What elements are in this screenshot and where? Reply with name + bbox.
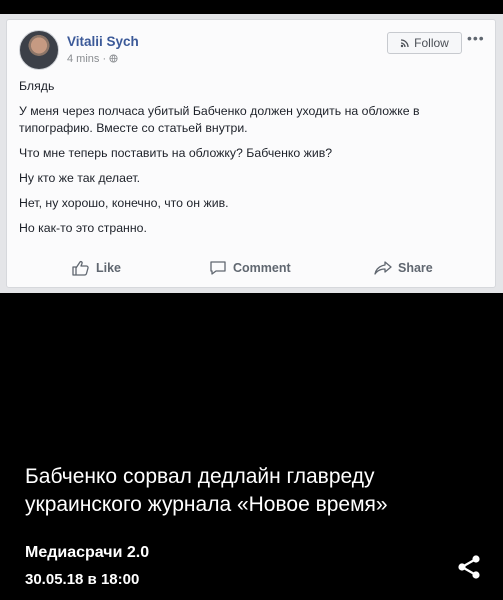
share-button[interactable]: Share: [374, 260, 433, 276]
follow-label: Follow: [414, 36, 449, 50]
follow-button[interactable]: Follow: [387, 32, 462, 54]
comment-label: Comment: [233, 261, 291, 275]
globe-icon: [109, 54, 118, 63]
post-paragraph: Нет, ну хорошо, конечно, что он жив.: [19, 196, 229, 210]
top-bar: [0, 0, 503, 14]
post-paragraph: Блядь: [19, 79, 55, 93]
post-screenshot: Vitalii Sych 4 mins · Follow ••• Блядь У…: [0, 14, 503, 293]
share-arrow-icon: [374, 261, 392, 275]
source-name[interactable]: Медиасрачи 2.0: [25, 544, 149, 562]
post-paragraph: У меня через полчаса убитый Бабченко дол…: [19, 104, 420, 135]
comment-button[interactable]: Comment: [209, 260, 291, 276]
facebook-post-card: Vitalii Sych 4 mins · Follow ••• Блядь У…: [6, 19, 496, 288]
post-time[interactable]: 4 mins ·: [67, 53, 109, 65]
avatar[interactable]: [19, 30, 59, 70]
post-meta: 4 mins ·: [67, 53, 118, 65]
share-label: Share: [398, 261, 433, 275]
more-dots-icon[interactable]: •••: [467, 30, 485, 46]
thumbs-up-icon: [72, 260, 89, 276]
post-author[interactable]: Vitalii Sych: [67, 34, 139, 49]
post-text: Блядь У меня через полчаса убитый Бабчен…: [19, 78, 489, 245]
post-paragraph: Ну кто же так делает.: [19, 171, 141, 185]
publish-date: 30.05.18 в 18:00: [25, 571, 140, 588]
post-paragraph: Но как-то это странно.: [19, 221, 147, 235]
rss-icon: [400, 39, 409, 48]
headline: Бабченко сорвал дедлайн главреду украинс…: [25, 465, 388, 516]
post-actions: Like Comment Share: [7, 260, 497, 284]
post-paragraph: Что мне теперь поставить на обложку? Баб…: [19, 146, 333, 160]
like-label: Like: [96, 261, 122, 275]
speech-bubble-icon: [210, 261, 226, 275]
share-icon[interactable]: [455, 553, 483, 581]
like-button[interactable]: Like: [72, 260, 121, 276]
